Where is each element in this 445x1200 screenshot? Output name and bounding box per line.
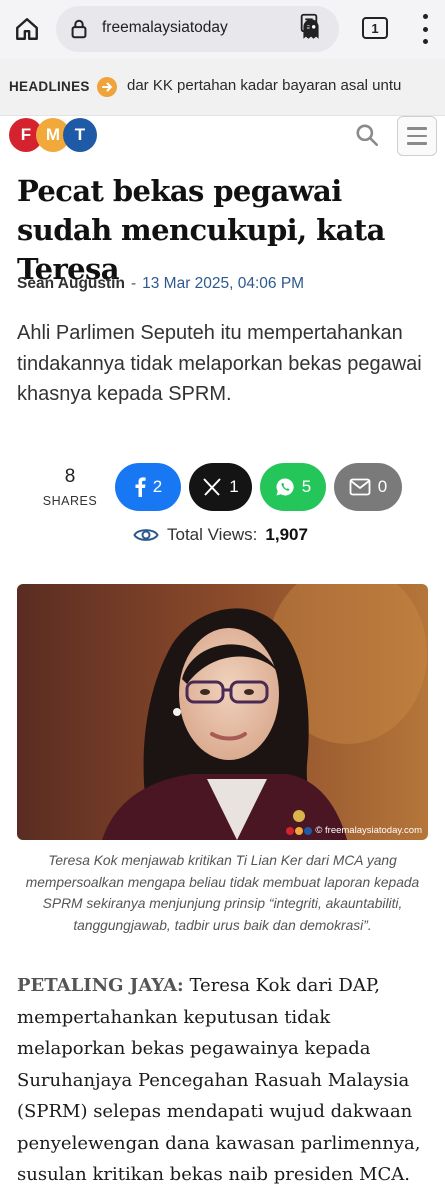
ticker-headline-link[interactable]: dar KK pertahan kadar bayaran asal untu [127, 77, 445, 94]
x-icon [203, 478, 221, 496]
image-watermark: © freemalaysiatoday.com [286, 825, 422, 836]
facebook-count: 2 [152, 477, 163, 496]
image-caption: Teresa Kok menjawab kritikan Ti Lian Ker… [25, 853, 420, 933]
author-link[interactable]: Sean Augustin [17, 275, 125, 292]
email-share-button[interactable]: 0 [334, 463, 402, 511]
site-header: F M T [0, 116, 445, 156]
mail-icon [349, 478, 371, 496]
arrow-right-icon [97, 77, 117, 97]
article-image: © freemalaysiatoday.com [17, 584, 428, 840]
headlines-ticker: HEADLINES dar KK pertahan kadar bayaran … [0, 58, 445, 116]
address-bar[interactable]: freemalaysiatoday [56, 6, 339, 52]
portrait-image [17, 584, 428, 840]
facebook-share-button[interactable]: 2 [115, 463, 181, 511]
tabs-button[interactable]: 1 [362, 17, 388, 39]
share-label: SHARES [42, 494, 98, 508]
share-count: 8 SHARES [40, 466, 100, 508]
views-label: Total Views: [167, 525, 258, 544]
x-count: 1 [229, 477, 239, 496]
ticker-label: HEADLINES [9, 79, 90, 94]
browser-toolbar: freemalaysiatoday 1 [0, 0, 445, 58]
article-title: Pecat bekas pegawai sudah mencukupi, kat… [17, 174, 385, 286]
article-lede: Ahli Parlimen Seputeh itu mempertahankan… [17, 322, 422, 405]
lock-icon [71, 19, 87, 39]
x-share-button[interactable]: 1 [189, 463, 252, 511]
fmt-logo[interactable]: F M T [9, 118, 99, 152]
eye-icon [133, 529, 159, 541]
watermark-text: © freemalaysiatoday.com [315, 825, 422, 836]
total-views: Total Views: 1,907 [133, 522, 308, 548]
whatsapp-icon [276, 478, 294, 496]
menu-icon[interactable] [397, 116, 437, 156]
search-icon[interactable] [354, 122, 380, 148]
home-icon [16, 18, 38, 40]
views-count: 1,907 [265, 525, 308, 544]
email-count: 0 [377, 477, 388, 496]
watermark-logo [286, 826, 313, 835]
url-text: freemalaysiatoday [102, 19, 228, 36]
article-body: PETALING JAYA: Teresa Kok dari DAP, memp… [17, 970, 437, 1191]
whatsapp-share-button[interactable]: 5 [260, 463, 326, 511]
share-total: 8 [64, 466, 76, 487]
dateline: PETALING JAYA: [17, 975, 184, 996]
publish-date: 13 Mar 2025, 04:06 PM [142, 275, 305, 292]
more-vert-icon[interactable] [420, 14, 430, 44]
byline: Sean Augustin -13 Mar 2025, 04:06 PM [17, 275, 304, 293]
whatsapp-count: 5 [301, 477, 312, 496]
facebook-icon [135, 477, 146, 497]
body-paragraph: Teresa Kok dari DAP, mempertahankan kepu… [17, 975, 421, 1185]
logo-letter-t: T [63, 118, 97, 152]
reader-mode-icon[interactable] [298, 12, 320, 34]
home-button[interactable] [12, 14, 42, 44]
byline-separator: - [130, 275, 137, 292]
tab-count: 1 [371, 20, 379, 36]
